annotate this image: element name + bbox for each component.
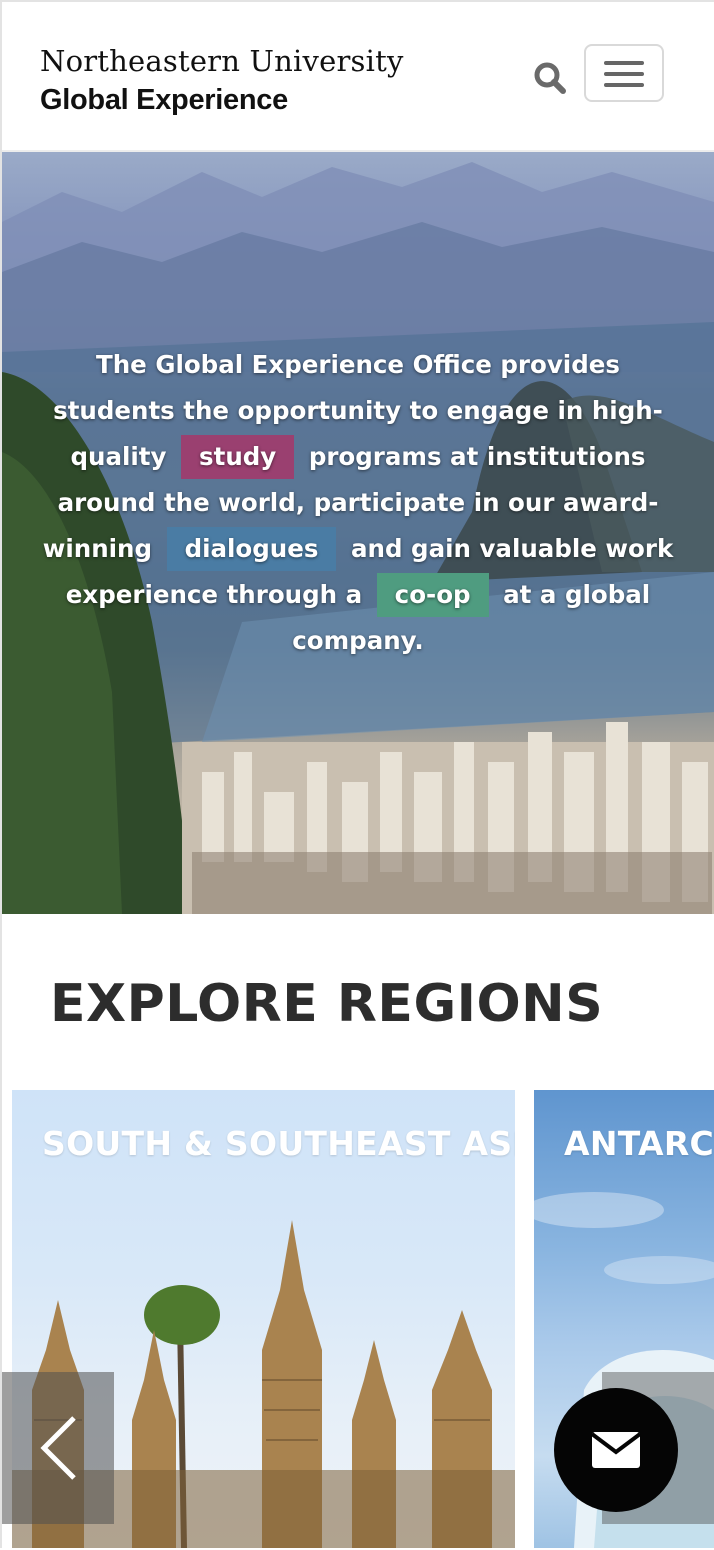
coop-link[interactable]: co-op [376,573,489,617]
contact-mail-button[interactable] [554,1388,678,1512]
chevron-left-icon [40,1416,76,1480]
page-frame: Northeastern University Global Experienc… [0,0,714,1548]
dialogues-link[interactable]: dialogues [166,527,337,571]
hero-intro-text: The Global Experience Office provides st… [32,342,684,664]
search-icon [534,62,566,94]
logo-university-name[interactable]: Northeastern University [40,44,404,78]
region-card-title: SOUTH & SOUTHEAST ASIA [42,1124,515,1163]
explore-regions-heading: EXPLORE REGIONS [50,974,604,1034]
hero-banner: The Global Experience Office provides st… [2,152,714,914]
region-card-title: ANTARCTICA [564,1124,714,1163]
search-button[interactable] [530,58,570,98]
logo-global-experience[interactable]: Global Experience [40,84,288,117]
study-link[interactable]: study [181,435,295,479]
carousel-prev-button[interactable] [2,1372,114,1524]
site-header: Northeastern University Global Experienc… [2,2,714,152]
mail-icon [590,1432,642,1468]
menu-toggle-button[interactable] [584,44,664,102]
